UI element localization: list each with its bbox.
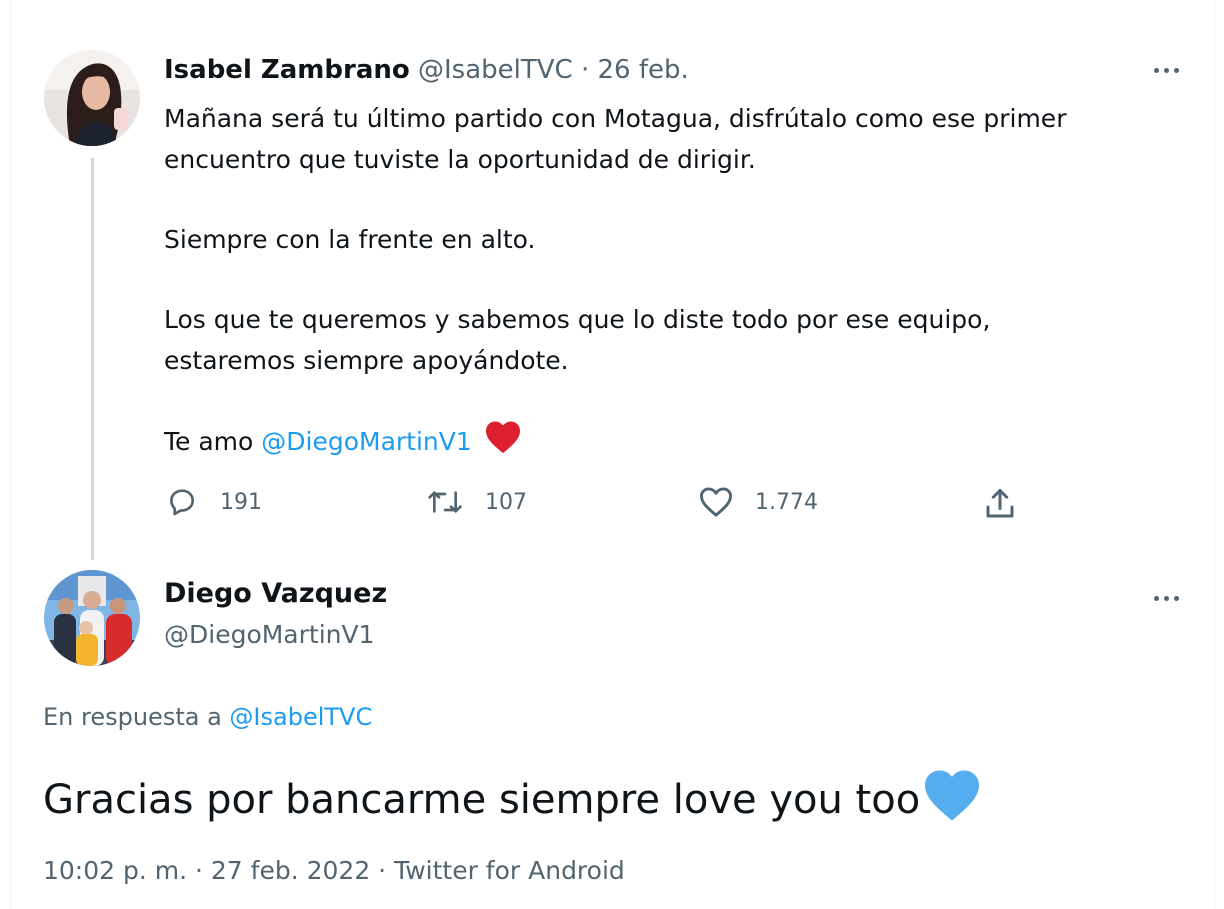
- red-heart-emoji: [484, 420, 522, 466]
- tweet1-line: estaremos siempre apoyándote.: [164, 346, 569, 375]
- like-count: 1.774: [755, 489, 818, 515]
- tweet1-line: Mañana será tu último partido con Motagu…: [164, 104, 1067, 133]
- avatar-diego[interactable]: [44, 570, 140, 666]
- tweet1-line: encuentro que tuviste la oportunidad de …: [164, 145, 756, 174]
- share-button[interactable]: [981, 486, 1019, 522]
- tweet1-author-handle[interactable]: @IsabelTVC: [418, 55, 573, 85]
- tweet2-author-name[interactable]: Diego Vazquez: [164, 578, 387, 609]
- tweet2-meta[interactable]: 10:02 p. m. · 27 feb. 2022 · Twitter for…: [43, 856, 625, 885]
- like-button[interactable]: 1.774: [697, 486, 818, 518]
- share-icon: [981, 486, 1019, 522]
- reply-to-line: En respuesta a @IsabelTVC: [43, 703, 372, 731]
- reply-button[interactable]: 191: [164, 486, 262, 518]
- tweet2-text-content: Gracias por bancarme siempre love you to…: [43, 777, 921, 823]
- tweet2-text: Gracias por bancarme siempre love you to…: [43, 768, 982, 832]
- tweet1-line-prefix: Te amo: [164, 427, 262, 456]
- tweet1-author-name[interactable]: Isabel Zambrano: [164, 55, 410, 85]
- retweet-icon: [425, 486, 465, 518]
- tweet1-body: Mañana será tu último partido con Motagu…: [164, 98, 1066, 466]
- tweet1-line: Siempre con la frente en alto.: [164, 225, 536, 254]
- avatar-isabel[interactable]: [44, 50, 140, 146]
- reply-to-mention-link[interactable]: @IsabelTVC: [229, 703, 372, 731]
- retweet-button[interactable]: 107: [425, 486, 527, 518]
- tweet1-line-last: Te amo @DiegoMartinV1: [164, 420, 1066, 466]
- reply-count: 191: [220, 489, 262, 515]
- blue-heart-emoji: [922, 768, 982, 832]
- reply-to-prefix: En respuesta a: [43, 703, 230, 731]
- tweet1-header: Isabel Zambrano @IsabelTVC · 26 feb.: [164, 55, 689, 85]
- tweet1-more-icon[interactable]: [1146, 55, 1186, 85]
- tweet1-mention-link[interactable]: @DiegoMartinV1: [261, 427, 472, 456]
- reply-icon: [164, 486, 200, 518]
- retweet-count: 107: [485, 489, 527, 515]
- tweet1-date[interactable]: · 26 feb.: [581, 55, 689, 85]
- tweet1-line: Los que te queremos y sabemos que lo dis…: [164, 305, 991, 334]
- tweet2-author-handle[interactable]: @DiegoMartinV1: [164, 620, 375, 649]
- thread-line: [91, 158, 94, 560]
- like-icon: [697, 486, 735, 518]
- tweet2-more-icon[interactable]: [1146, 583, 1186, 613]
